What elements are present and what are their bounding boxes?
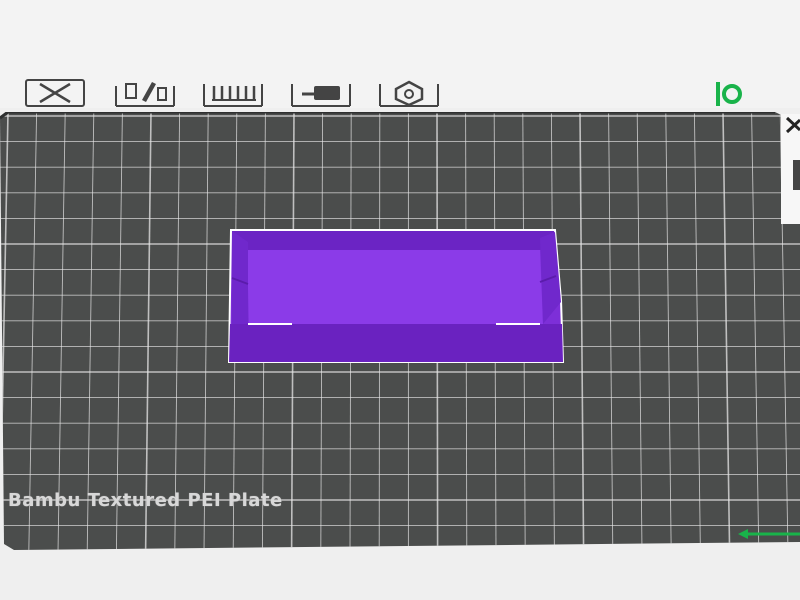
plate-name-label: Bambu Textured PEI Plate [8,490,283,511]
selected-model[interactable] [227,229,565,363]
delete-x-icon[interactable] [22,78,88,108]
right-panel-edge[interactable] [781,114,800,224]
3d-viewport[interactable]: Bambu Textured PEI Plate [0,108,800,600]
cut-plate-icon[interactable] [288,78,354,108]
comb-icon[interactable] [200,78,266,108]
top-toolbar [0,70,800,112]
hex-nut-icon[interactable] [376,78,442,108]
axis-orientation-icon [712,76,746,110]
x-axis-arrow [738,529,800,539]
paint-brush-icon[interactable] [112,78,178,108]
build-plate[interactable] [0,112,800,552]
